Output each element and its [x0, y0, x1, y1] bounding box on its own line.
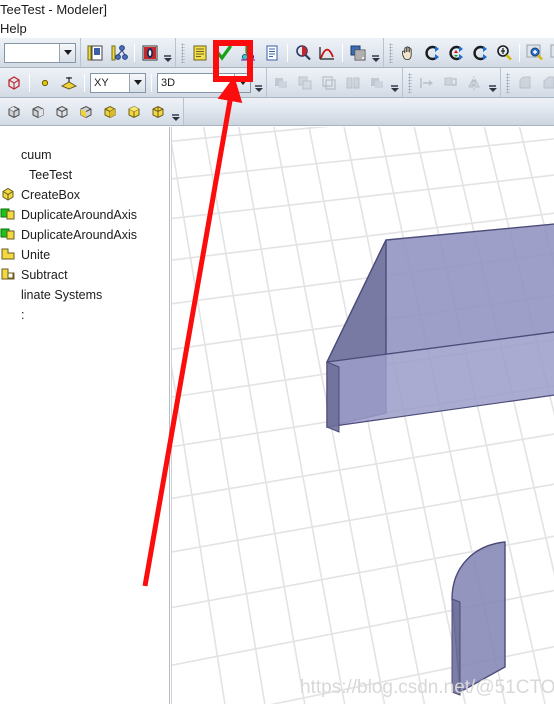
chevron-down-icon[interactable]	[59, 43, 75, 62]
toolbar-overflow-7[interactable]	[170, 101, 181, 123]
view-right-icon[interactable]	[51, 101, 73, 123]
view-back-icon[interactable]	[75, 101, 97, 123]
tree-item[interactable]: DuplicateAroundAxis	[0, 205, 169, 225]
toolbar-band-edit	[81, 38, 176, 67]
tree-item-label: DuplicateAroundAxis	[21, 228, 138, 242]
duplicate-icon[interactable]	[366, 72, 388, 94]
copy-layers-icon[interactable]	[347, 42, 369, 64]
rotate-y-icon[interactable]	[445, 42, 467, 64]
tree-item-label: Subtract	[21, 268, 68, 282]
tree-item[interactable]: TeeTest	[0, 165, 169, 185]
workplane-icon[interactable]	[58, 72, 80, 94]
annotation-highlight-box	[213, 40, 253, 82]
point-icon[interactable]	[34, 72, 56, 94]
move-icon[interactable]	[416, 72, 438, 94]
zoom-region-icon[interactable]	[493, 42, 515, 64]
menu-item-help[interactable]: Help	[0, 21, 27, 36]
tree-item-label: DuplicateAroundAxis	[21, 208, 138, 222]
toolbar-band-combo	[0, 38, 81, 67]
tree-item-label: linate Systems	[21, 288, 103, 302]
unite-icon	[0, 247, 18, 263]
split-icon[interactable]	[342, 72, 364, 94]
find-icon[interactable]	[292, 42, 314, 64]
notes-icon[interactable]	[189, 42, 211, 64]
tree-item-label: CreateBox	[21, 188, 81, 202]
boolean-intersect-icon[interactable]	[318, 72, 340, 94]
toolbar-band-transform	[403, 68, 501, 97]
rotate-z-icon[interactable]	[469, 42, 491, 64]
edit-notebook-icon[interactable]	[84, 42, 106, 64]
duplicate-icon	[0, 207, 18, 223]
toolbar-band-standard-views	[0, 98, 184, 125]
viewport-scene[interactable]	[172, 127, 554, 704]
model-tree-list: cuum TeeTest CreateBox DuplicateAroundAxis D…	[0, 145, 169, 325]
tree-item-label: TeeTest	[29, 168, 73, 182]
view-bottom-icon[interactable]	[147, 101, 169, 123]
view-front-icon[interactable]	[27, 101, 49, 123]
toolbar-overflow-3[interactable]	[253, 72, 264, 94]
zoom-in-icon[interactable]	[524, 42, 546, 64]
toolbar-row-2: XY 3D	[0, 68, 554, 98]
view-left-icon[interactable]	[3, 101, 25, 123]
tree-item-label: cuum	[21, 148, 52, 162]
toolbar-row-3	[0, 98, 554, 126]
subtract-icon	[0, 267, 18, 283]
blank-icon	[0, 307, 18, 323]
watermark-text: https://blog.csdn.net/@51CTO博客	[300, 677, 554, 698]
duplicate-icon	[0, 227, 18, 243]
toolbar-grip[interactable]	[506, 72, 510, 93]
tree-item[interactable]: Unite	[0, 245, 169, 265]
viewport-3d[interactable]	[171, 127, 554, 704]
box-icon	[0, 187, 18, 203]
modeler-window: TeeTest - Modeler] Help XY 3D cuum TeeTe…	[0, 0, 554, 704]
zoom-out-icon[interactable]	[548, 42, 554, 64]
menu-bar: Help	[0, 19, 554, 38]
fillet-icon[interactable]	[514, 72, 536, 94]
tree-item[interactable]: linate Systems	[0, 285, 169, 305]
blank-icon	[0, 147, 18, 163]
plane-combo[interactable]: XY	[90, 72, 146, 93]
curve-icon[interactable]	[316, 42, 338, 64]
rotate-x-icon[interactable]	[421, 42, 443, 64]
window-title: TeeTest - Modeler]	[0, 0, 554, 19]
toolbar-grip[interactable]	[181, 42, 185, 63]
toolbar-grip[interactable]	[389, 42, 393, 63]
rotate-copy-icon[interactable]	[440, 72, 462, 94]
tree-item-label: Unite	[21, 248, 51, 262]
chamfer-icon[interactable]	[538, 72, 554, 94]
toolbar-grip[interactable]	[408, 72, 412, 93]
blank-icon	[8, 167, 26, 183]
tree-item-label: :	[21, 308, 25, 322]
toolbar-overflow-1[interactable]	[162, 42, 173, 64]
object-select-combo[interactable]	[4, 42, 76, 63]
new-sheet-icon[interactable]	[261, 42, 283, 64]
edit-tree-icon[interactable]	[108, 42, 130, 64]
tree-item[interactable]: Subtract	[0, 265, 169, 285]
blank-icon	[0, 287, 18, 303]
view-iso-icon[interactable]	[123, 101, 145, 123]
model-tree-panel[interactable]: cuum TeeTest CreateBox DuplicateAroundAxis D…	[0, 127, 170, 704]
toolbar-band-features	[501, 68, 554, 97]
toolbar-overflow-2[interactable]	[370, 42, 381, 64]
tree-item[interactable]: DuplicateAroundAxis	[0, 225, 169, 245]
pan-hand-icon[interactable]	[397, 42, 419, 64]
tree-item[interactable]: :	[0, 305, 169, 325]
toolbar-overflow-4[interactable]	[389, 72, 400, 94]
chevron-down-icon[interactable]	[129, 73, 145, 92]
toolbar-band-tools	[176, 38, 384, 67]
tree-item[interactable]: CreateBox	[0, 185, 169, 205]
toolbar-overflow-5[interactable]	[487, 72, 498, 94]
mirror-icon[interactable]	[464, 72, 486, 94]
box-outline-icon[interactable]	[3, 72, 25, 94]
tree-item[interactable]: cuum	[0, 145, 169, 165]
view-top-icon[interactable]	[99, 101, 121, 123]
toolbar-row-1	[0, 38, 554, 68]
model-properties-icon[interactable]	[139, 42, 161, 64]
toolbar-band-booleans	[267, 68, 403, 97]
boolean-copy-icon[interactable]	[294, 72, 316, 94]
boolean-unite-icon[interactable]	[270, 72, 292, 94]
toolbar-band-view	[384, 38, 554, 67]
